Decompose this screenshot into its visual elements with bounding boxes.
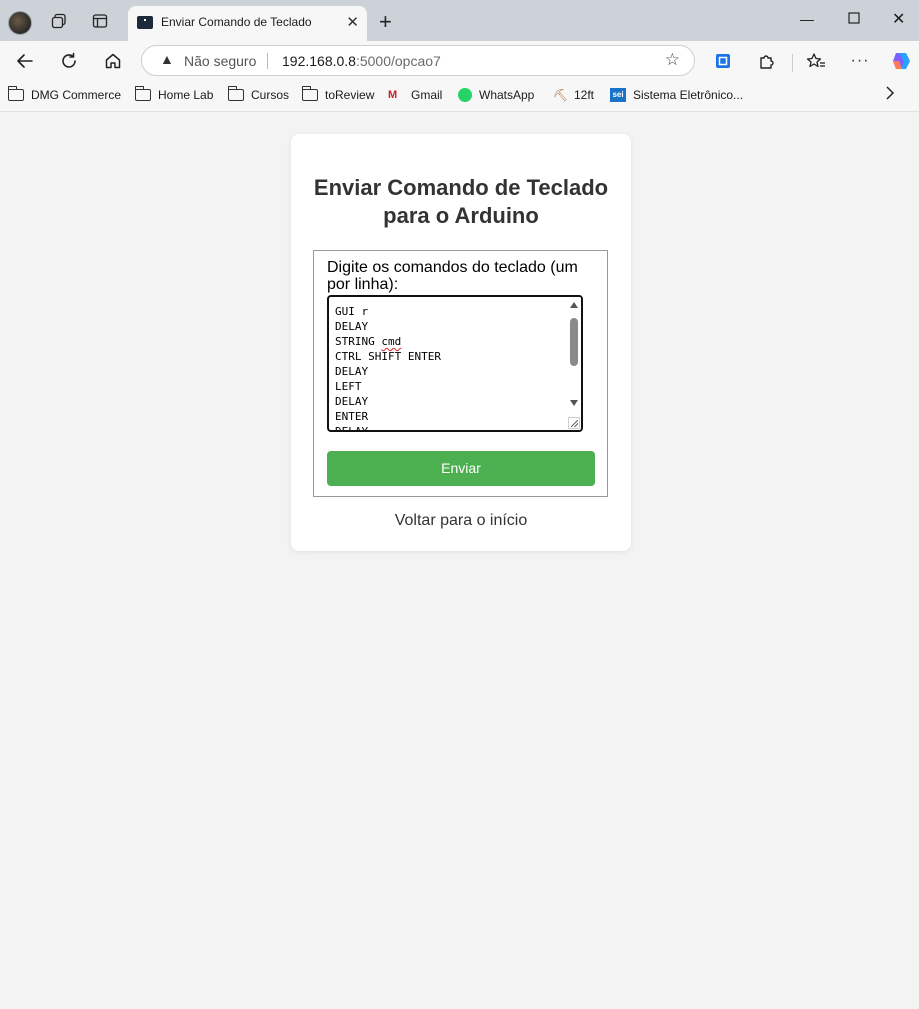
bookmark-label: Sistema Eletrônico... — [633, 88, 744, 102]
bookmark-label: DMG Commerce — [31, 88, 122, 102]
close-tab-icon[interactable]: ✕ — [346, 13, 359, 31]
extensions-puzzle-icon[interactable] — [754, 49, 780, 73]
folder-icon — [228, 86, 244, 101]
workspaces-icon[interactable] — [48, 10, 70, 32]
address-toolbar: ▲ Não seguro 192.168.0.8:5000/opcao7 ☆ ·… — [0, 41, 919, 81]
resize-handle-icon[interactable] — [568, 417, 580, 429]
textarea-line: DELAY — [335, 320, 369, 333]
commands-textarea[interactable]: GUI r DELAY STRING cmd CTRL SHIFT ENTER DELA… — [327, 295, 583, 432]
bookmarks-bar: DMG Commerce Home Lab Cursos toReview MG… — [0, 81, 919, 112]
send-button[interactable]: Enviar — [327, 451, 595, 486]
bookmark-cursos[interactable]: Cursos — [228, 86, 290, 102]
textarea-line: DELAY — [335, 395, 369, 408]
textarea-line: CTRL SHIFT ENTER — [335, 350, 441, 363]
profile-avatar[interactable] — [8, 11, 32, 35]
textarea-line: GUI r — [335, 305, 369, 318]
scroll-down-arrow-icon[interactable] — [570, 400, 578, 406]
copilot-icon[interactable] — [888, 49, 914, 73]
security-label[interactable]: Não seguro — [184, 53, 256, 69]
toolbar-divider — [792, 54, 793, 72]
more-menu-icon[interactable]: ··· — [847, 49, 873, 73]
scroll-up-arrow-icon[interactable] — [570, 302, 578, 308]
terminal-favicon-icon — [137, 16, 153, 29]
refresh-icon[interactable] — [56, 49, 82, 73]
active-tab[interactable]: Enviar Comando de Teclado ✕ — [128, 6, 367, 41]
scroll-thumb[interactable] — [570, 318, 578, 366]
close-window-icon[interactable]: ✕ — [892, 9, 905, 29]
textarea-line: DELAY — [335, 424, 561, 430]
chevron-right-icon[interactable] — [885, 86, 895, 105]
extension-icon[interactable] — [710, 49, 736, 73]
omnibox-divider — [267, 53, 268, 69]
textarea-line: DELAY — [335, 365, 369, 378]
commands-textarea-content[interactable]: GUI r DELAY STRING cmd CTRL SHIFT ENTER DELA… — [329, 297, 567, 430]
bookmark-label: WhatsApp — [479, 88, 535, 102]
bookmark-home-lab[interactable]: Home Lab — [135, 86, 214, 102]
page-title: Enviar Comando de Teclado para o Arduino — [313, 175, 609, 228]
folder-icon — [135, 86, 151, 101]
bookmark-12ft[interactable]: ⛏ 12ft — [553, 88, 594, 102]
content-card: Enviar Comando de Teclado para o Arduino… — [291, 134, 631, 551]
textarea-scrollbar[interactable] — [567, 297, 581, 430]
command-form: Digite os comandos do teclado (um por li… — [313, 250, 608, 497]
maximize-icon[interactable] — [848, 11, 860, 27]
gmail-icon: M — [388, 88, 398, 101]
url-path: :5000/opcao7 — [355, 53, 441, 69]
12ft-icon: ⛏ — [553, 88, 569, 102]
tab-title: Enviar Comando de Teclado — [161, 15, 312, 29]
folder-icon — [302, 86, 318, 101]
new-tab-icon[interactable]: + — [379, 9, 392, 35]
bookmark-sistema-eletronico[interactable]: sei Sistema Eletrônico... — [610, 88, 743, 102]
bookmark-label: 12ft — [574, 88, 595, 102]
tab-actions-icon[interactable] — [89, 10, 111, 32]
favorites-icon[interactable] — [803, 49, 829, 73]
home-icon[interactable] — [100, 49, 126, 73]
bookmark-toreview[interactable]: toReview — [302, 86, 375, 102]
url-host: 192.168.0.8 — [282, 53, 356, 69]
whatsapp-icon — [458, 88, 472, 102]
bookmark-label: Cursos — [251, 88, 290, 102]
back-home-link[interactable]: Voltar para o início — [291, 512, 631, 530]
bookmark-label: Home Lab — [158, 88, 214, 102]
bookmark-dmg-commerce[interactable]: DMG Commerce — [8, 86, 122, 102]
bookmark-whatsapp[interactable]: WhatsApp — [458, 88, 534, 102]
textarea-line: ENTER — [335, 410, 369, 423]
minimize-icon[interactable]: — — [800, 11, 814, 27]
textarea-line: STRING cmd — [335, 335, 402, 348]
warning-icon[interactable]: ▲ — [160, 51, 174, 67]
commands-label: Digite os comandos do teclado (um por li… — [327, 259, 578, 293]
favorite-star-icon[interactable]: ☆ — [665, 50, 680, 70]
bookmark-label: toReview — [325, 88, 375, 102]
bookmark-label: Gmail — [411, 88, 443, 102]
address-bar[interactable]: ▲ Não seguro 192.168.0.8:5000/opcao7 ☆ — [141, 45, 695, 76]
back-icon[interactable] — [12, 49, 38, 73]
sei-icon: sei — [610, 88, 626, 102]
textarea-line: LEFT — [335, 380, 362, 393]
folder-icon — [8, 86, 24, 101]
url-text[interactable]: 192.168.0.8:5000/opcao7 — [282, 53, 441, 69]
tab-strip: Enviar Comando de Teclado ✕ + — ✕ — [0, 0, 919, 41]
bookmark-gmail[interactable]: M Gmail — [388, 88, 442, 102]
